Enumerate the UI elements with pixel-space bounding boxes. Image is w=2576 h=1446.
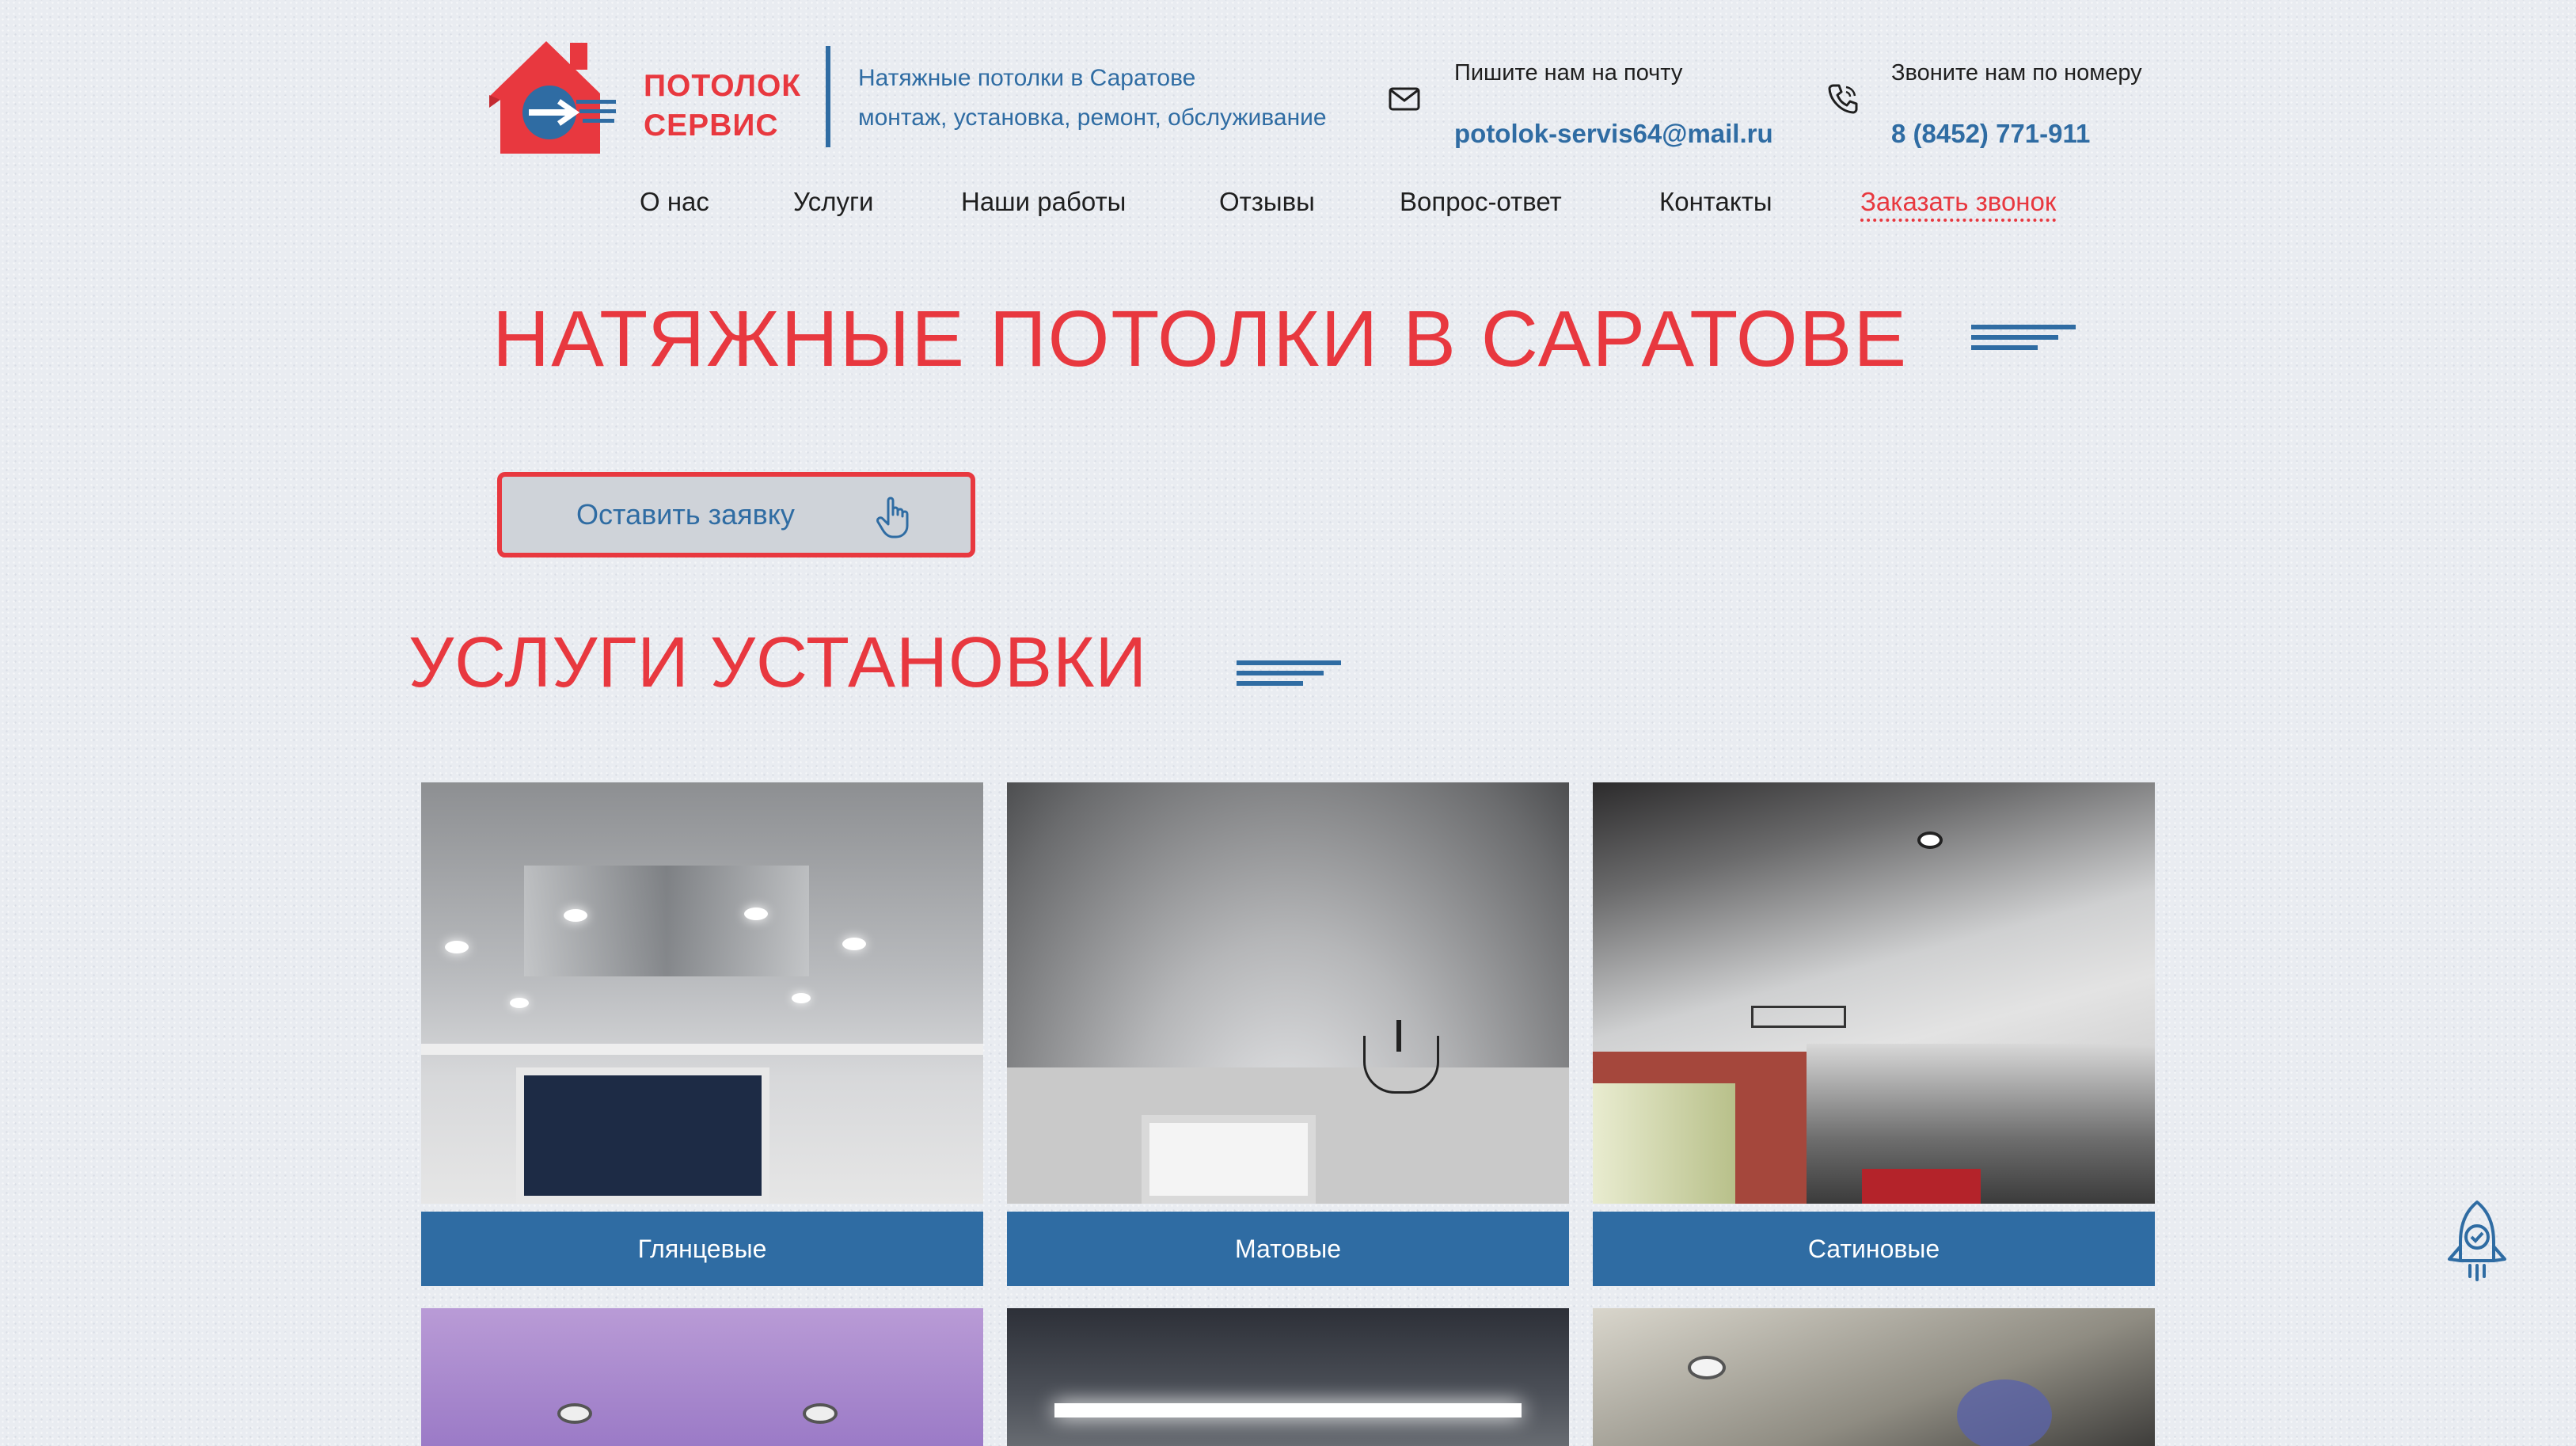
- matte-ceiling-photo: [1007, 782, 1569, 1204]
- service-card-matte[interactable]: Матовые: [1007, 782, 1569, 1286]
- mail-caption: Пишите нам на почту: [1454, 60, 1683, 86]
- light-lines-ceiling-photo: [1007, 1308, 1569, 1446]
- phone-caption: Звоните нам по номеру: [1891, 60, 2142, 86]
- service-card-4[interactable]: [421, 1308, 983, 1446]
- purple-ceiling-photo: [421, 1308, 983, 1446]
- service-card-satin[interactable]: Сатиновые: [1593, 782, 2155, 1286]
- phone-link[interactable]: 8 (8452) 771-911: [1891, 119, 2090, 149]
- header-tagline: Натяжные потолки в Саратове монтаж, уста…: [858, 59, 1327, 138]
- phone-icon: [1828, 84, 1858, 114]
- nav-item-services[interactable]: Услуги: [793, 187, 873, 217]
- logo-line-1: ПОТОЛОК: [644, 69, 802, 103]
- title-decoration-lines: [1971, 325, 2076, 356]
- card-label: Сатиновые: [1593, 1212, 2155, 1286]
- services-title: УСЛУГИ УСТАНОВКИ: [408, 623, 1148, 702]
- nav-item-reviews[interactable]: Отзывы: [1219, 187, 1315, 217]
- order-call-link[interactable]: Заказать звонок: [1860, 187, 2057, 222]
- leave-request-label: Оставить заявку: [576, 498, 795, 531]
- tagline-line-2: монтаж, установка, ремонт, обслуживание: [858, 105, 1327, 131]
- service-card-5[interactable]: [1007, 1308, 1569, 1446]
- nav-item-about[interactable]: О нас: [640, 187, 709, 217]
- card-label: Матовые: [1007, 1212, 1569, 1286]
- house-logo-icon: [489, 41, 616, 154]
- services-decoration-lines: [1237, 660, 1341, 692]
- nav-item-works[interactable]: Наши работы: [961, 187, 1126, 217]
- main-nav: О нас Услуги Наши работы Отзывы Вопрос-о…: [0, 187, 2576, 226]
- email-link[interactable]: potolok-servis64@mail.ru: [1454, 119, 1773, 149]
- hand-pointer-icon: [876, 497, 909, 538]
- service-card-6[interactable]: [1593, 1308, 2155, 1446]
- envelope-icon: [1389, 87, 1420, 111]
- glossy-ceiling-photo: [421, 782, 983, 1204]
- service-card-glossy[interactable]: Глянцевые: [421, 782, 983, 1286]
- nav-item-faq[interactable]: Вопрос-ответ: [1400, 187, 1562, 217]
- rocket-widget-icon[interactable]: [2441, 1197, 2513, 1284]
- card-label: Глянцевые: [421, 1212, 983, 1286]
- leave-request-button[interactable]: Оставить заявку: [497, 472, 975, 557]
- satin-ceiling-photo: [1593, 782, 2155, 1204]
- site-logo[interactable]: ПОТОЛОК СЕРВИС: [481, 35, 806, 158]
- nav-item-contacts[interactable]: Контакты: [1659, 187, 1772, 217]
- page-title: НАТЯЖНЫЕ ПОТОЛКИ В САРАТОВЕ: [492, 295, 1909, 383]
- tagline-line-1: Натяжные потолки в Саратове: [858, 65, 1196, 91]
- header-divider: [826, 46, 830, 147]
- logo-line-2: СЕРВИС: [644, 108, 779, 143]
- printed-ceiling-photo: [1593, 1308, 2155, 1446]
